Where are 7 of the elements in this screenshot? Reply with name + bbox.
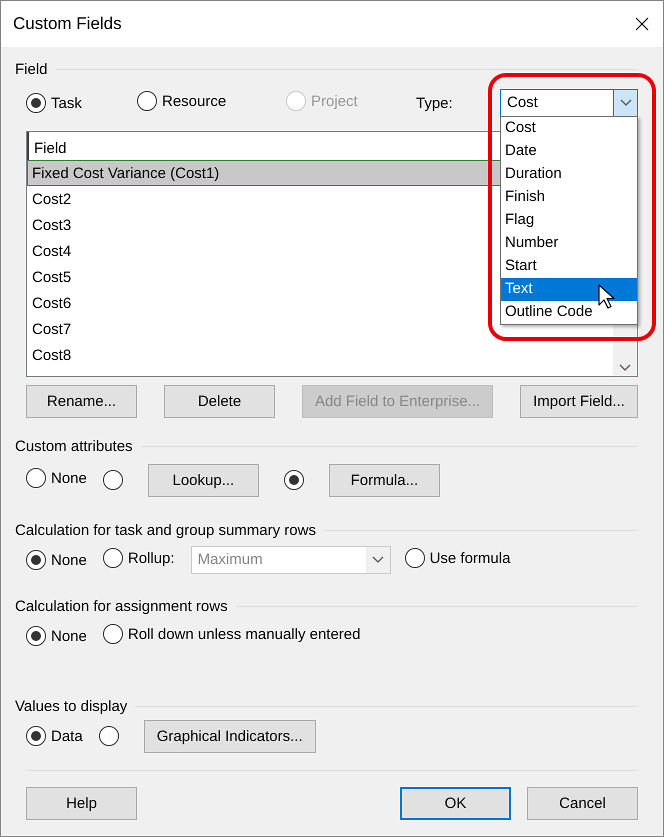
section-label: Calculation for assignment rows <box>15 598 228 614</box>
section-label: Field <box>15 60 48 78</box>
section-label: Custom attributes <box>15 438 133 454</box>
section-label: Values to display <box>15 698 128 714</box>
section-label: Calculation for task and group summary rows <box>15 522 316 538</box>
window-title: Custom Fields <box>13 14 122 34</box>
type-label: Type: <box>416 94 453 112</box>
